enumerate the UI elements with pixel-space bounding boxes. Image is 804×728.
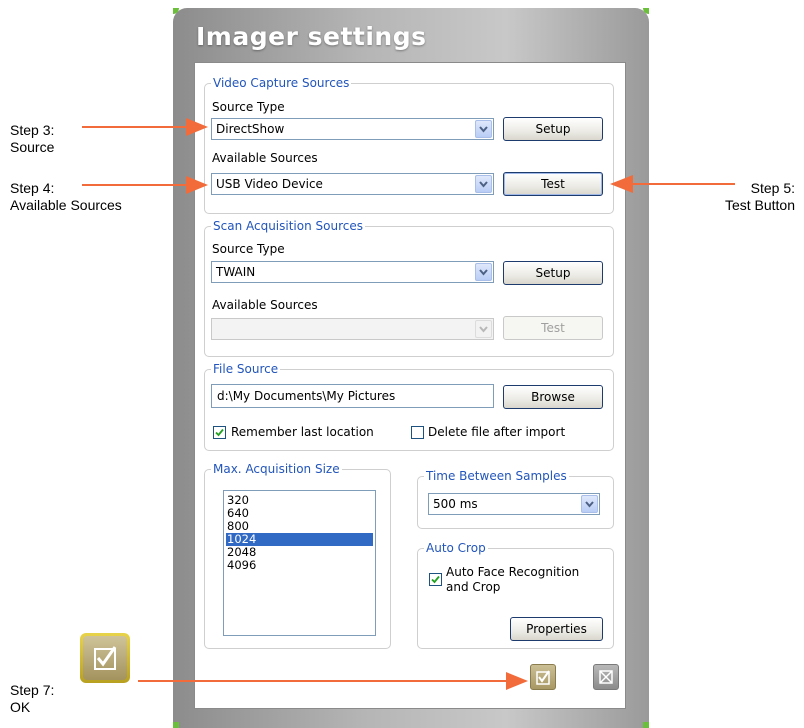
step4-desc: Available Sources — [10, 197, 122, 213]
step7-label: Step 7: — [10, 682, 55, 698]
step5-desc: Test Button — [724, 197, 795, 213]
step4-annotation: Step 4: Available Sources — [10, 180, 122, 214]
step3-annotation: Step 3: Source — [10, 122, 54, 156]
step3-desc: Source — [10, 139, 55, 155]
step7-desc: OK — [10, 699, 31, 715]
step5-label: Step 5: — [750, 180, 795, 196]
step4-label: Step 4: — [10, 180, 55, 196]
annotation-arrows — [82, 118, 735, 690]
step3-label: Step 3: — [10, 122, 55, 138]
step7-annotation: Step 7: OK — [10, 682, 54, 716]
step5-annotation: Step 5: Test Button — [700, 180, 795, 214]
